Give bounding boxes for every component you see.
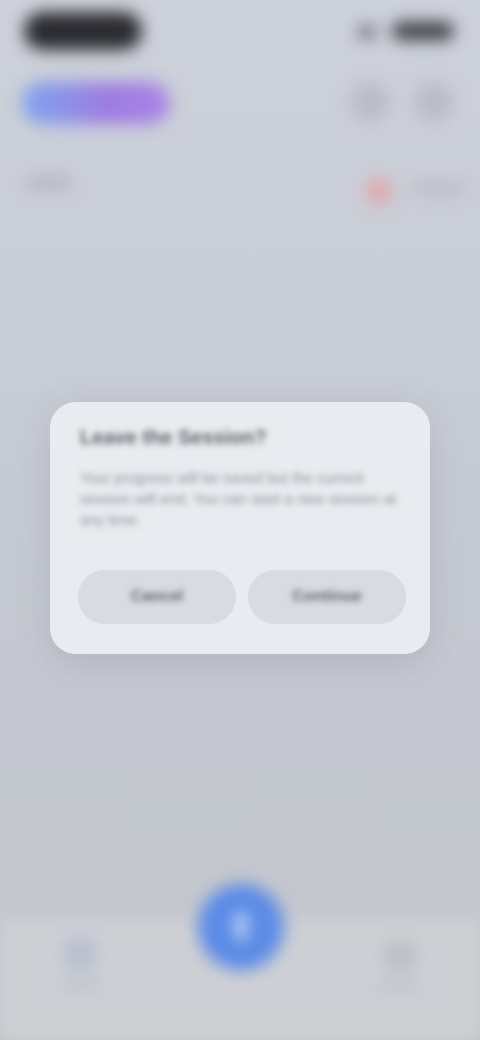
status-bar-indicators — [358, 20, 454, 42]
status-bar-time-pill — [24, 12, 142, 50]
content-label — [26, 176, 72, 190]
continue-button-label: Continue — [292, 588, 362, 605]
battery-icon — [392, 22, 454, 40]
fab-glyph-icon — [236, 912, 246, 940]
modal-dialog: Leave the Session? Your progress will be… — [50, 402, 430, 654]
app-screen: Leave the Session? Your progress will be… — [0, 0, 480, 1040]
dialog-title: Leave the Session? — [80, 427, 267, 449]
continue-button[interactable]: Continue — [248, 570, 406, 624]
dialog-message: Your progress will be saved but the curr… — [80, 470, 397, 529]
cancel-button[interactable]: Cancel — [78, 570, 236, 624]
content-status — [410, 182, 466, 194]
red-dot-icon — [366, 178, 392, 204]
signal-icon — [358, 26, 376, 38]
header-icon-left[interactable] — [350, 82, 390, 122]
grid-icon[interactable] — [384, 940, 416, 972]
cancel-button-label: Cancel — [130, 588, 184, 605]
nav-label-right — [378, 982, 420, 990]
header-action-pill[interactable] — [22, 82, 170, 124]
header-icon-right[interactable] — [414, 82, 454, 122]
person-icon[interactable] — [64, 938, 96, 970]
nav-label-left — [60, 980, 102, 988]
